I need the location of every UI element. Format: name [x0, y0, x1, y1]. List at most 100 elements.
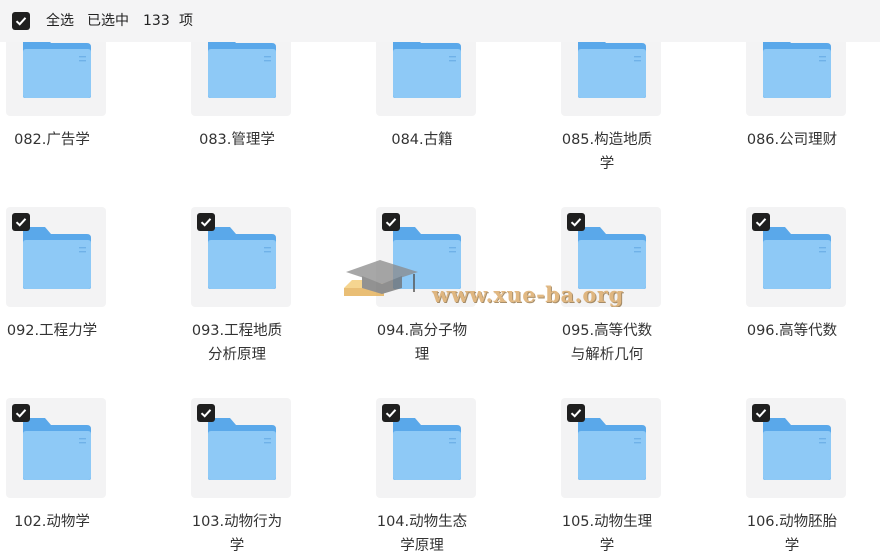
file-name-line: 104.动物生态 [376, 514, 468, 530]
folder-icon [763, 227, 831, 289]
file-item[interactable]: 104.动物生态 学原理 [330, 398, 514, 560]
file-item[interactable]: 084.古籍 [330, 16, 514, 206]
file-name-line: 分析原理 [208, 347, 266, 363]
check-icon [15, 218, 27, 227]
check-icon [200, 409, 212, 418]
folder-icon [23, 227, 91, 289]
folder-icon [393, 36, 461, 98]
file-checkbox[interactable] [197, 213, 215, 231]
file-name: 093.工程地质 分析原理 [145, 319, 329, 367]
file-name: 085.构造地质学 [515, 128, 699, 176]
file-thumbnail[interactable] [191, 398, 291, 498]
file-item[interactable]: 083.管理学 [145, 16, 329, 206]
file-grid: 082.广告学 083.管理学 084.古籍 085.构造地质学 086.公司理财 092… [0, 0, 880, 560]
file-name: 084.古籍 [330, 128, 514, 152]
file-name-line: 085.构造地质 [561, 132, 653, 148]
file-name-line: 理 [414, 347, 430, 363]
file-checkbox[interactable] [382, 404, 400, 422]
selection-toolbar: 全选 已选中 133 项 [0, 0, 880, 42]
file-name: 092.工程力学 [0, 319, 144, 343]
file-name-line: 094.高分子物 [376, 323, 468, 339]
folder-icon [393, 227, 461, 289]
folder-icon [23, 36, 91, 98]
file-thumbnail[interactable] [746, 398, 846, 498]
file-item[interactable]: 086.公司理财 [700, 16, 880, 206]
file-thumbnail[interactable] [6, 398, 106, 498]
folder-icon [763, 418, 831, 480]
file-name: 083.管理学 [145, 128, 329, 152]
file-item[interactable]: 102.动物学 [0, 398, 144, 560]
file-thumbnail[interactable] [561, 207, 661, 307]
file-item[interactable]: 105.动物生理学 [515, 398, 699, 560]
file-name: 082.广告学 [0, 128, 144, 152]
check-icon [755, 409, 767, 418]
file-item[interactable]: 085.构造地质学 [515, 16, 699, 206]
file-thumbnail[interactable] [561, 398, 661, 498]
file-checkbox[interactable] [567, 404, 585, 422]
file-name: 103.动物行为学 [145, 510, 329, 558]
file-checkbox[interactable] [752, 213, 770, 231]
check-icon [570, 409, 582, 418]
folder-icon [208, 227, 276, 289]
file-name-line: 083.管理学 [199, 132, 275, 148]
check-icon [385, 409, 397, 418]
file-name-line: 106.动物胚胎 [746, 514, 838, 530]
folder-icon [578, 418, 646, 480]
select-all-label[interactable]: 全选 [46, 12, 74, 30]
file-item[interactable]: 092.工程力学 [0, 207, 144, 397]
file-thumbnail[interactable] [746, 207, 846, 307]
file-name: 105.动物生理学 [515, 510, 699, 558]
file-name: 095.高等代数 与解析几何 [515, 319, 699, 367]
file-checkbox[interactable] [567, 213, 585, 231]
file-name-line: 学 [229, 538, 245, 554]
file-name: 094.高分子物理 [330, 319, 514, 367]
select-all-checkbox[interactable] [12, 12, 30, 30]
file-name-line: 学 [599, 156, 615, 172]
file-thumbnail[interactable] [191, 207, 291, 307]
file-name-line: 学 [784, 538, 800, 554]
file-item[interactable]: 096.高等代数 [700, 207, 880, 397]
file-item[interactable]: 094.高分子物理 [330, 207, 514, 397]
file-checkbox[interactable] [752, 404, 770, 422]
file-name-line: 084.古籍 [391, 132, 453, 148]
selected-label: 已选中 [87, 13, 129, 29]
folder-icon [393, 418, 461, 480]
file-item[interactable]: 106.动物胚胎学 [700, 398, 880, 560]
file-name-line: 093.工程地质 [191, 323, 283, 339]
file-name-line: 学原理 [400, 538, 444, 554]
file-name-line: 与解析几何 [570, 347, 644, 363]
folder-icon [578, 227, 646, 289]
file-name-line: 086.公司理财 [746, 132, 838, 148]
file-thumbnail[interactable] [376, 398, 476, 498]
file-item[interactable]: 095.高等代数 与解析几何 [515, 207, 699, 397]
folder-icon [763, 36, 831, 98]
file-name-line: 102.动物学 [14, 514, 90, 530]
file-name: 096.高等代数 [700, 319, 880, 343]
file-checkbox[interactable] [197, 404, 215, 422]
file-name-line: 095.高等代数 [561, 323, 653, 339]
check-icon [385, 218, 397, 227]
folder-icon [208, 36, 276, 98]
check-icon [200, 218, 212, 227]
check-icon [15, 409, 27, 418]
file-name: 106.动物胚胎学 [700, 510, 880, 558]
folder-icon [23, 418, 91, 480]
file-thumbnail[interactable] [6, 207, 106, 307]
selected-unit-label: 项 [179, 13, 193, 29]
file-name: 102.动物学 [0, 510, 144, 534]
check-icon [15, 17, 27, 26]
file-name: 086.公司理财 [700, 128, 880, 152]
file-name-line: 082.广告学 [14, 132, 90, 148]
file-name-line: 092.工程力学 [6, 323, 98, 339]
file-checkbox[interactable] [12, 404, 30, 422]
folder-icon [578, 36, 646, 98]
file-item[interactable]: 082.广告学 [0, 16, 144, 206]
file-checkbox[interactable] [382, 213, 400, 231]
file-name: 104.动物生态 学原理 [330, 510, 514, 558]
file-thumbnail[interactable] [376, 207, 476, 307]
file-item[interactable]: 093.工程地质 分析原理 [145, 207, 329, 397]
file-item[interactable]: 103.动物行为学 [145, 398, 329, 560]
check-icon [755, 218, 767, 227]
file-name-line: 103.动物行为 [191, 514, 283, 530]
file-checkbox[interactable] [12, 213, 30, 231]
